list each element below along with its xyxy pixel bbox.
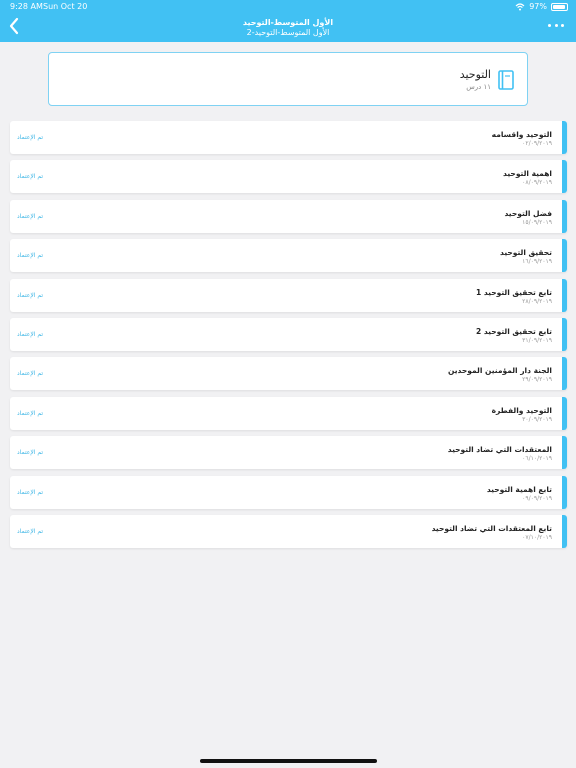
page-title-line1: الأول المتوسط-التوحيد (242, 18, 334, 27)
lesson-status: تم الإعتماد (17, 291, 44, 299)
lesson-row[interactable]: الجنة دار المؤمنين الموحدين ٢٩/٠٩/٢٠١٩ تم … (10, 357, 567, 391)
app-header: 9:28 AM Sun Oct 20 97% الأول المتوسط-الت… (0, 0, 576, 42)
lesson-accent-bar (562, 239, 567, 273)
lesson-date: ١٦/٠٩/٢٠١٩ (522, 258, 552, 266)
lesson-row[interactable]: تابع المعتقدات التي تضاد التوحيد ٠٧/١٠/٢٠… (10, 515, 567, 548)
lesson-row[interactable]: التوحيد والفطرة ٣٠/٠٩/٢٠١٩ تم الإعتماد (10, 396, 567, 430)
lesson-title: تابع اهمية التوحيد (486, 484, 552, 494)
page-title-line2: الأول المتوسط-التوحيد-2 (246, 28, 330, 37)
lesson-date: ٠٧/١٠/٢٠١٩ (522, 534, 552, 541)
lesson-accent-bar (562, 278, 567, 312)
lesson-row[interactable]: المعتقدات التي تضاد التوحيد ٠٦/١٠/٢٠١٩ تم … (10, 436, 567, 470)
lesson-date: ٣١/٠٩/٢٠١٩ (522, 337, 552, 344)
lesson-accent-bar (562, 357, 567, 391)
lesson-status: تم الإعتماد (17, 252, 44, 260)
lesson-date: ١٥/٠٩/٢٠١٩ (522, 218, 552, 226)
lesson-row[interactable]: اهمية التوحيد ٠٨/٠٩/٢٠١٩ تم الإعتماد (10, 160, 567, 194)
battery-icon (551, 2, 568, 11)
lesson-accent-bar (562, 121, 567, 154)
lesson-date: ٢٩/٠٩/٢٠١٩ (522, 376, 552, 384)
lesson-count: ١١ درس (466, 83, 491, 91)
subject-name: التوحيد (459, 68, 491, 81)
lesson-date: ٠٦/١٠/٢٠١٩ (522, 455, 552, 463)
lesson-status: تم الإعتماد (17, 409, 44, 417)
lesson-accent-bar (562, 160, 567, 194)
book-icon (498, 70, 514, 90)
lesson-status: تم الإعتماد (17, 173, 44, 181)
status-time: 9:28 AM (10, 2, 43, 11)
lesson-accent-bar (562, 515, 567, 548)
subject-card[interactable]: التوحيد ١١ درس (48, 52, 528, 106)
lesson-date: ٠٩/٠٩/٢٠١٩ (522, 494, 552, 502)
lesson-title: تابع تحقيق التوحيد 1 (475, 287, 552, 297)
lesson-date: ٠٨/٠٩/٢٠١٩ (522, 179, 552, 187)
lesson-accent-bar (562, 396, 567, 430)
page-title: الأول المتوسط-التوحيد الأول المتوسط-التو… (0, 18, 576, 38)
lesson-status: تم الإعتماد (17, 528, 44, 535)
lesson-accent-bar (562, 436, 567, 470)
lesson-row[interactable]: تابع تحقيق التوحيد 2 ٣١/٠٩/٢٠١٩ تم الإعتما… (10, 318, 567, 351)
lesson-status: تم الإعتماد (17, 331, 44, 338)
lesson-status: تم الإعتماد (17, 449, 44, 457)
lesson-row[interactable]: فضل التوحيد ١٥/٠٩/٢٠١٩ تم الإعتماد (10, 199, 567, 233)
home-indicator (200, 759, 377, 763)
lesson-title: اهمية التوحيد (503, 169, 552, 179)
lesson-row[interactable]: تابع اهمية التوحيد ٠٩/٠٩/٢٠١٩ تم الإعتماد (10, 475, 567, 509)
lesson-status: تم الإعتماد (17, 212, 44, 220)
lesson-status: تم الإعتماد (17, 370, 44, 378)
lesson-status: تم الإعتماد (17, 488, 44, 496)
lesson-accent-bar (562, 318, 567, 351)
status-date: Sun Oct 20 (43, 2, 88, 11)
lesson-accent-bar (562, 475, 567, 509)
lesson-accent-bar (562, 199, 567, 233)
lesson-title: التوحيد واقسامه (491, 130, 552, 139)
lesson-date: ٠٢/٠٩/٢٠١٩ (522, 140, 552, 147)
lesson-row[interactable]: تحقيق التوحيد ١٦/٠٩/٢٠١٩ تم الإعتماد (10, 239, 567, 273)
lesson-title: المعتقدات التي تضاد التوحيد (447, 445, 552, 455)
status-indicators: 97% (515, 2, 568, 11)
battery-percent: 97% (529, 2, 547, 11)
wifi-icon (515, 2, 525, 10)
lesson-row[interactable]: تابع تحقيق التوحيد 1 ٢٨/٠٩/٢٠١٩ تم الإعتما… (10, 278, 567, 312)
lesson-title: تحقيق التوحيد (499, 248, 552, 258)
lesson-title: الجنة دار المؤمنين الموحدين (447, 366, 552, 376)
lesson-date: ٣٠/٠٩/٢٠١٩ (522, 415, 552, 423)
lesson-title: التوحيد والفطرة (491, 405, 552, 415)
lesson-date: ٢٨/٠٩/٢٠١٩ (522, 297, 552, 305)
lesson-title: تابع المعتقدات التي تضاد التوحيد (431, 524, 552, 533)
lesson-row[interactable]: التوحيد واقسامه ٠٢/٠٩/٢٠١٩ تم الإعتماد (10, 121, 567, 154)
more-options-icon[interactable] (548, 22, 564, 28)
lesson-title: تابع تحقيق التوحيد 2 (475, 327, 552, 336)
lesson-status: تم الإعتماد (17, 134, 44, 141)
lesson-title: فضل التوحيد (504, 208, 552, 218)
